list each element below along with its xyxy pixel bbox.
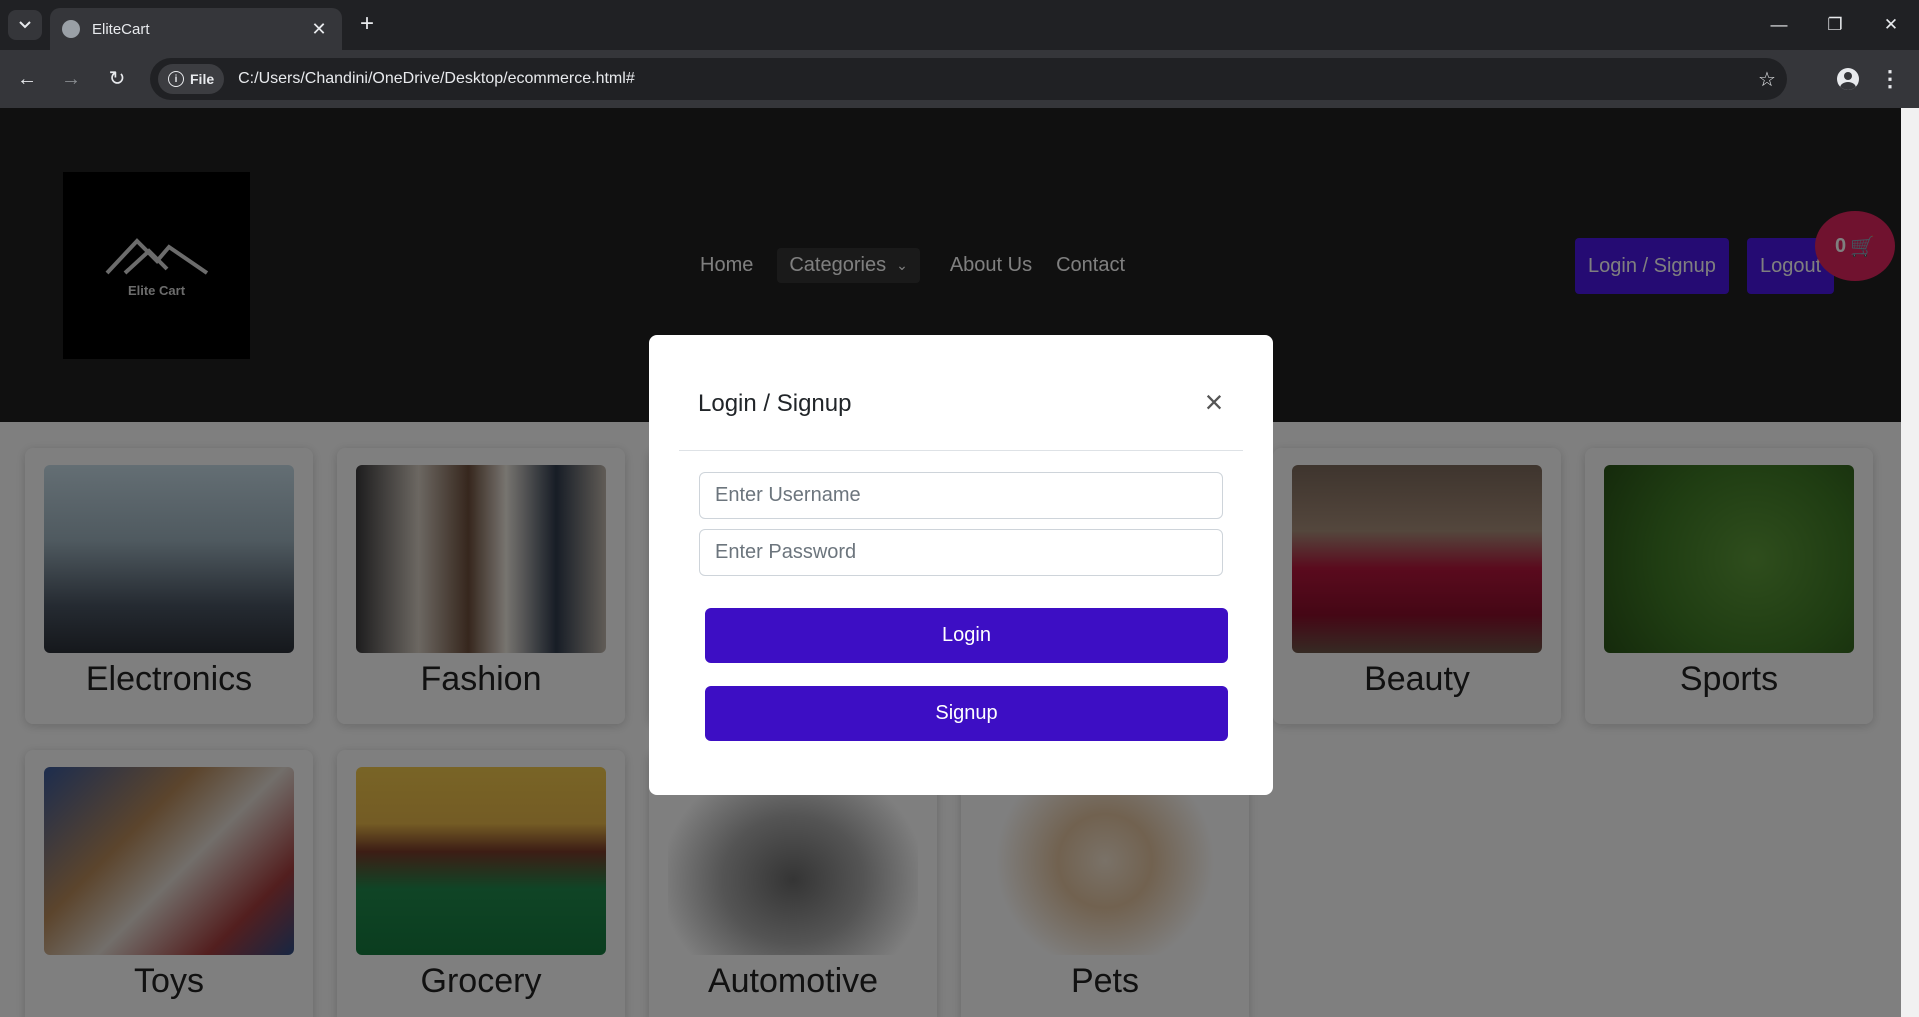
window-controls: — ❐ ✕ [1751, 0, 1919, 50]
signup-button[interactable]: Signup [705, 686, 1228, 741]
scrollbar[interactable] [1901, 108, 1919, 1017]
login-button[interactable]: Login [705, 608, 1228, 663]
close-window-icon[interactable]: ✕ [1863, 0, 1919, 50]
forward-icon[interactable]: → [56, 64, 86, 94]
site-info-chip[interactable]: i File [158, 64, 225, 94]
tab-title: EliteCart [92, 20, 150, 38]
restore-icon[interactable]: ❐ [1807, 0, 1863, 50]
close-icon[interactable]: ✕ [308, 19, 330, 40]
browser-tabstrip: EliteCart ✕ + — ❐ ✕ [0, 0, 1919, 50]
close-icon[interactable]: × [1197, 386, 1231, 421]
browser-tab[interactable]: EliteCart ✕ [50, 8, 342, 50]
minimize-icon[interactable]: — [1751, 0, 1807, 50]
globe-icon [62, 20, 80, 38]
plus-icon[interactable]: + [352, 10, 382, 40]
tab-list-icon[interactable] [8, 10, 42, 40]
menu-icon[interactable]: ⋮ [1875, 64, 1905, 94]
star-icon[interactable]: ☆ [1747, 67, 1787, 92]
username-input[interactable] [699, 472, 1223, 519]
address-bar[interactable]: i File C:/Users/Chandini/OneDrive/Deskto… [150, 58, 1787, 100]
info-icon: i [168, 71, 184, 87]
back-icon[interactable]: ← [12, 64, 42, 94]
reload-icon[interactable]: ↻ [102, 64, 132, 94]
page-viewport: Elite Cart Home Categories ⌄ About Us Co… [0, 108, 1901, 1017]
profile-icon[interactable] [1833, 64, 1863, 94]
password-input[interactable] [699, 529, 1223, 576]
chip-label: File [190, 71, 215, 87]
modal-title: Login / Signup [698, 390, 852, 417]
browser-toolbar: ← → ↻ i File C:/Users/Chandini/OneDrive/… [0, 50, 1919, 108]
login-modal: Login / Signup × Login Signup [649, 335, 1273, 795]
url-text[interactable]: C:/Users/Chandini/OneDrive/Desktop/ecomm… [238, 70, 1747, 88]
modal-divider [679, 450, 1243, 451]
